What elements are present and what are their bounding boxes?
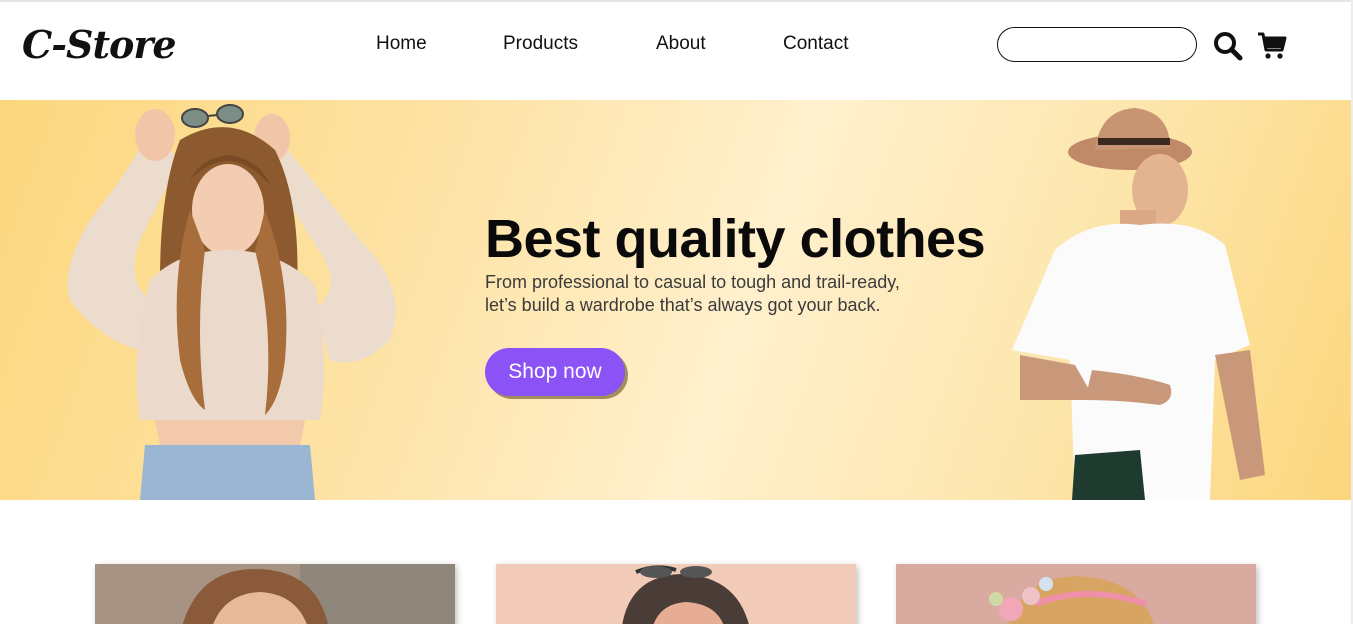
nav-contact[interactable]: Contact — [783, 33, 848, 55]
hero-subtitle-line-2: let’s build a wardrobe that’s always got… — [485, 295, 881, 315]
nav-about[interactable]: About — [656, 33, 706, 55]
site-header: C-Store Home Products About Contact — [0, 2, 1351, 100]
search-input[interactable] — [997, 27, 1197, 62]
hero-subtitle-line-1: From professional to casual to tough and… — [485, 272, 900, 292]
girl-with-flower-headband-photo — [896, 564, 1256, 624]
woman-portrait-photo — [95, 564, 455, 624]
hero-title: Best quality clothes — [485, 209, 986, 269]
hero-banner: Best quality clothes From professional t… — [0, 100, 1351, 500]
product-card-1[interactable] — [95, 564, 455, 624]
hero-woman-image — [67, 104, 396, 500]
hero-subtitle: From professional to casual to tough and… — [485, 271, 955, 317]
shop-now-button[interactable]: Shop now — [485, 348, 625, 396]
shopping-cart-icon[interactable] — [1257, 31, 1287, 61]
nav-products[interactable]: Products — [503, 33, 578, 55]
hero-man-image — [1012, 108, 1265, 500]
nav-home[interactable]: Home — [376, 33, 427, 55]
search-icon[interactable] — [1212, 30, 1244, 62]
sunglasses-shape — [181, 104, 244, 128]
site-logo[interactable]: C-Store — [22, 22, 177, 67]
product-card-2[interactable] — [496, 564, 856, 624]
product-card-3[interactable] — [896, 564, 1256, 624]
woman-with-sunglasses-photo — [496, 564, 856, 624]
